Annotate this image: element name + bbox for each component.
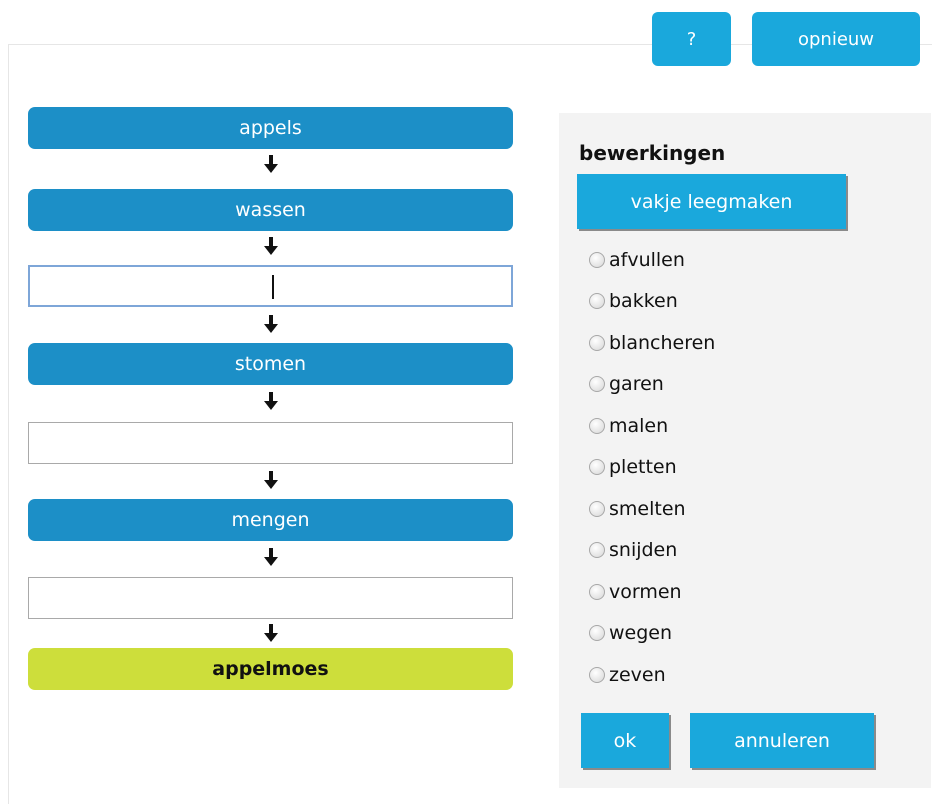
empty-slot-3[interactable]: [28, 577, 513, 619]
arrow-down-icon: [264, 392, 278, 410]
radio-button[interactable]: [589, 335, 605, 351]
empty-slot-2[interactable]: [28, 422, 513, 464]
option-smelten[interactable]: smelten: [589, 496, 686, 522]
final-product-appelmoes: appelmoes: [28, 648, 513, 690]
radio-button[interactable]: [589, 293, 605, 309]
radio-button[interactable]: [589, 501, 605, 517]
arrow-down-icon: [264, 624, 278, 642]
reset-button[interactable]: opnieuw: [752, 12, 920, 66]
empty-slot-1[interactable]: [28, 265, 513, 307]
radio-button[interactable]: [589, 542, 605, 558]
panel-title: bewerkingen: [579, 141, 726, 165]
radio-button[interactable]: [589, 459, 605, 475]
radio-button[interactable]: [589, 625, 605, 641]
option-label: blancheren: [609, 332, 716, 354]
option-label: afvullen: [609, 249, 685, 271]
radio-button[interactable]: [589, 418, 605, 434]
cancel-button[interactable]: annuleren: [690, 713, 874, 768]
arrow-down-icon: [264, 155, 278, 173]
option-malen[interactable]: malen: [589, 413, 668, 439]
option-label: pletten: [609, 456, 677, 478]
option-label: zeven: [609, 664, 666, 686]
option-label: garen: [609, 373, 664, 395]
option-label: snijden: [609, 539, 678, 561]
option-label: bakken: [609, 290, 678, 312]
option-snijden[interactable]: snijden: [589, 537, 677, 563]
step-appels: appels: [28, 107, 513, 149]
radio-button[interactable]: [589, 584, 605, 600]
option-label: smelten: [609, 498, 686, 520]
step-wassen: wassen: [28, 189, 513, 231]
option-garen[interactable]: garen: [589, 371, 664, 397]
step-mengen: mengen: [28, 499, 513, 541]
arrow-down-icon: [264, 548, 278, 566]
option-wegen[interactable]: wegen: [589, 620, 672, 646]
arrow-down-icon: [264, 471, 278, 489]
text-caret: [272, 275, 274, 299]
option-label: wegen: [609, 622, 673, 644]
option-vormen[interactable]: vormen: [589, 579, 682, 605]
option-label: vormen: [609, 581, 682, 603]
option-label: malen: [609, 415, 669, 437]
step-stomen: stomen: [28, 343, 513, 385]
option-zeven[interactable]: zeven: [589, 662, 666, 688]
ok-button[interactable]: ok: [581, 713, 669, 768]
help-button[interactable]: ?: [652, 12, 731, 66]
operations-panel: bewerkingen vakje leegmaken afvullen bak…: [559, 113, 931, 788]
radio-button[interactable]: [589, 667, 605, 683]
option-blancheren[interactable]: blancheren: [589, 330, 715, 356]
option-afvullen[interactable]: afvullen: [589, 247, 685, 273]
arrow-down-icon: [264, 315, 278, 333]
radio-button[interactable]: [589, 376, 605, 392]
radio-button[interactable]: [589, 252, 605, 268]
option-bakken[interactable]: bakken: [589, 288, 678, 314]
arrow-down-icon: [264, 237, 278, 255]
clear-slot-button[interactable]: vakje leegmaken: [577, 174, 846, 229]
option-pletten[interactable]: pletten: [589, 454, 677, 480]
